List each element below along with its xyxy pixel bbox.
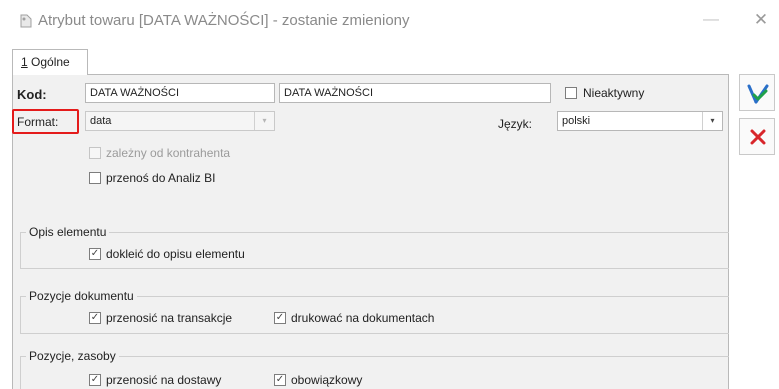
window-title: Atrybut towaru [DATA WAŻNOŚCI] - zostani… [38, 12, 410, 29]
transakcje-label: przenosić na transakcje [106, 311, 233, 325]
nieaktywny-label: Nieaktywny [583, 86, 645, 100]
title-bar: Atrybut towaru [DATA WAŻNOŚCI] - zostani… [0, 0, 779, 46]
save-button[interactable] [739, 74, 775, 111]
dokleic-checkbox[interactable]: ✓ [89, 248, 101, 260]
format-label: Format: [17, 115, 59, 129]
drukowac-label: drukować na dokumentach [291, 311, 435, 325]
kod-input[interactable]: DATA WAŻNOŚCI [85, 83, 275, 103]
pozycje-zasoby-title: Pozycje, zasoby [26, 349, 119, 363]
tab-ogolne[interactable]: 1 Ogólne [12, 49, 88, 75]
dostawy-label: przenosić na dostawy [106, 373, 222, 387]
chevron-down-icon: ▾ [254, 112, 274, 130]
format-select[interactable]: data ▾ [85, 111, 275, 131]
obowiazkowy-checkbox[interactable]: ✓ [274, 374, 286, 386]
format-value: data [90, 115, 112, 127]
kod-value: DATA WAŻNOŚCI [90, 87, 180, 99]
cancel-button[interactable] [739, 118, 775, 155]
jezyk-value: polski [562, 115, 591, 127]
transakcje-checkbox[interactable]: ✓ [89, 312, 101, 324]
przenos-bi-checkbox[interactable] [89, 172, 101, 184]
obowiazkowy-label: obowiązkowy [291, 373, 363, 387]
dostawy-checkbox[interactable]: ✓ [89, 374, 101, 386]
zalezny-checkbox[interactable] [89, 147, 101, 159]
tab-accelerator: 1 [21, 55, 28, 69]
kod-name-input[interactable]: DATA WAŻNOŚCI [279, 83, 551, 103]
drukowac-checkbox[interactable]: ✓ [274, 312, 286, 324]
app-icon [18, 13, 34, 29]
chevron-down-icon: ▾ [702, 112, 722, 130]
close-button[interactable]: ✕ [751, 10, 771, 30]
jezyk-label: Język: [498, 117, 533, 131]
tab-label: Ogólne [27, 55, 70, 69]
nieaktywny-checkbox[interactable] [565, 87, 577, 99]
dokleic-label: dokleić do opisu elementu [106, 247, 245, 261]
kod-label: Kod: [17, 87, 47, 102]
pozycje-dokumentu-title: Pozycje dokumentu [26, 289, 137, 303]
kod-name-value: DATA WAŻNOŚCI [284, 87, 374, 99]
jezyk-select[interactable]: polski ▾ [557, 111, 723, 131]
przenos-bi-label: przenoś do Analiz BI [106, 171, 216, 185]
minimize-button[interactable]: — [701, 10, 721, 30]
opis-elementu-title: Opis elementu [26, 225, 110, 239]
zalezny-label: zależny od kontrahenta [106, 146, 231, 160]
